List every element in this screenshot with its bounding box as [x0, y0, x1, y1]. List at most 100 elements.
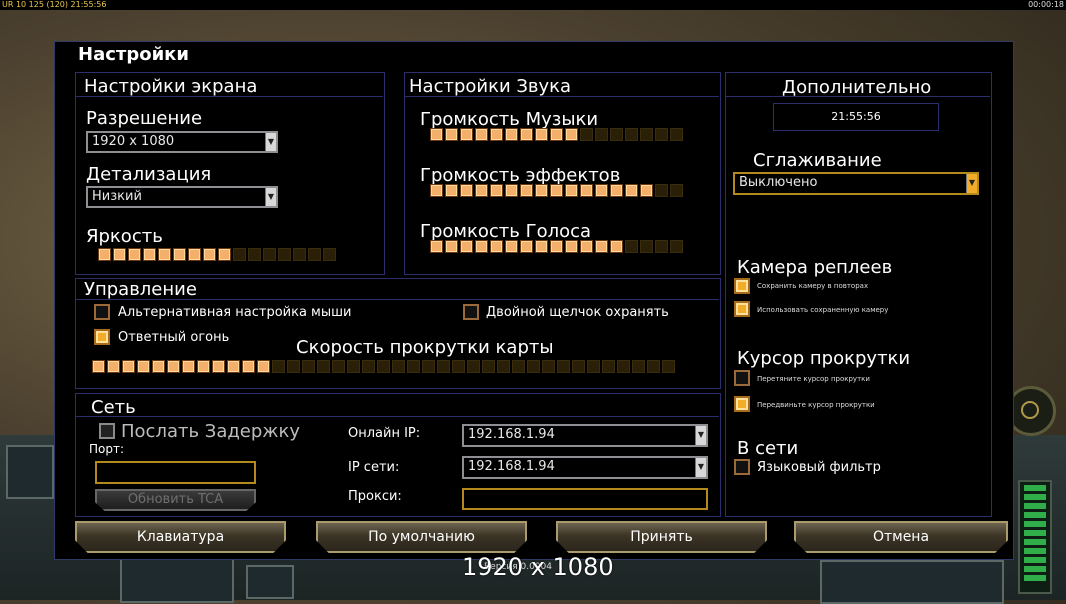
level-segment[interactable] — [610, 184, 623, 197]
port-input[interactable] — [95, 461, 256, 484]
replay-use-checkbox[interactable] — [734, 301, 750, 317]
level-segment[interactable] — [580, 128, 593, 141]
level-segment[interactable] — [218, 248, 231, 261]
level-segment[interactable] — [655, 184, 668, 197]
level-segment[interactable] — [565, 240, 578, 253]
chevron-down-icon[interactable]: ▼ — [695, 458, 706, 477]
level-segment[interactable] — [565, 128, 578, 141]
level-segment[interactable] — [625, 128, 638, 141]
level-segment[interactable] — [512, 360, 525, 373]
send-delay-checkbox[interactable] — [99, 423, 115, 439]
level-segment[interactable] — [263, 248, 276, 261]
level-segment[interactable] — [445, 128, 458, 141]
level-segment[interactable] — [332, 360, 345, 373]
level-segment[interactable] — [152, 360, 165, 373]
level-segment[interactable] — [520, 240, 533, 253]
level-segment[interactable] — [430, 128, 443, 141]
level-segment[interactable] — [167, 360, 180, 373]
replay-save-checkbox[interactable] — [734, 278, 750, 294]
level-segment[interactable] — [640, 240, 653, 253]
cursor-move-checkbox[interactable] — [734, 396, 750, 412]
level-segment[interactable] — [610, 240, 623, 253]
double-click-guard-checkbox[interactable] — [463, 304, 479, 320]
music-volume-slider[interactable] — [430, 128, 683, 141]
level-segment[interactable] — [535, 184, 548, 197]
level-segment[interactable] — [565, 184, 578, 197]
level-segment[interactable] — [490, 240, 503, 253]
level-segment[interactable] — [197, 360, 210, 373]
level-segment[interactable] — [173, 248, 186, 261]
level-segment[interactable] — [497, 360, 510, 373]
level-segment[interactable] — [422, 360, 435, 373]
level-segment[interactable] — [625, 240, 638, 253]
level-segment[interactable] — [287, 360, 300, 373]
level-segment[interactable] — [272, 360, 285, 373]
update-tca-button[interactable]: Обновить TCA — [95, 489, 256, 511]
voice-volume-slider[interactable] — [430, 240, 683, 253]
level-segment[interactable] — [505, 240, 518, 253]
level-segment[interactable] — [527, 360, 540, 373]
chevron-down-icon[interactable]: ▼ — [966, 174, 977, 193]
resolution-dropdown[interactable]: 1920 x 1080 ▼ — [86, 131, 278, 153]
level-segment[interactable] — [302, 360, 315, 373]
level-segment[interactable] — [460, 240, 473, 253]
accept-button[interactable]: Принять — [556, 521, 767, 553]
level-segment[interactable] — [113, 248, 126, 261]
level-segment[interactable] — [392, 360, 405, 373]
level-segment[interactable] — [520, 184, 533, 197]
level-segment[interactable] — [542, 360, 555, 373]
level-segment[interactable] — [445, 240, 458, 253]
level-segment[interactable] — [535, 240, 548, 253]
level-segment[interactable] — [347, 360, 360, 373]
keyboard-button[interactable]: Клавиатура — [75, 521, 286, 553]
level-segment[interactable] — [640, 128, 653, 141]
level-segment[interactable] — [188, 248, 201, 261]
defaults-button[interactable]: По умолчанию — [316, 521, 527, 553]
level-segment[interactable] — [595, 184, 608, 197]
cursor-drag-checkbox[interactable] — [734, 370, 750, 386]
level-segment[interactable] — [475, 184, 488, 197]
level-segment[interactable] — [158, 248, 171, 261]
level-segment[interactable] — [602, 360, 615, 373]
level-segment[interactable] — [182, 360, 195, 373]
cancel-button[interactable]: Отмена — [794, 521, 1008, 553]
level-segment[interactable] — [475, 240, 488, 253]
online-ip-dropdown[interactable]: 192.168.1.94 ▼ — [462, 424, 708, 447]
effects-volume-slider[interactable] — [430, 184, 683, 197]
level-segment[interactable] — [580, 184, 593, 197]
level-segment[interactable] — [670, 240, 683, 253]
language-filter-checkbox[interactable] — [734, 459, 750, 475]
level-segment[interactable] — [550, 184, 563, 197]
level-segment[interactable] — [92, 360, 105, 373]
return-fire-checkbox[interactable] — [94, 329, 110, 345]
level-segment[interactable] — [98, 248, 111, 261]
level-segment[interactable] — [670, 128, 683, 141]
level-segment[interactable] — [137, 360, 150, 373]
level-segment[interactable] — [505, 128, 518, 141]
chevron-down-icon[interactable]: ▼ — [695, 426, 706, 445]
level-segment[interactable] — [212, 360, 225, 373]
proxy-input[interactable] — [462, 488, 708, 510]
level-segment[interactable] — [323, 248, 336, 261]
level-segment[interactable] — [475, 128, 488, 141]
level-segment[interactable] — [490, 184, 503, 197]
level-segment[interactable] — [520, 128, 533, 141]
level-segment[interactable] — [662, 360, 675, 373]
level-segment[interactable] — [362, 360, 375, 373]
level-segment[interactable] — [557, 360, 570, 373]
level-segment[interactable] — [467, 360, 480, 373]
level-segment[interactable] — [242, 360, 255, 373]
level-segment[interactable] — [550, 128, 563, 141]
level-segment[interactable] — [587, 360, 600, 373]
chevron-down-icon[interactable]: ▼ — [265, 133, 276, 151]
level-segment[interactable] — [293, 248, 306, 261]
level-segment[interactable] — [128, 248, 141, 261]
level-segment[interactable] — [572, 360, 585, 373]
level-segment[interactable] — [437, 360, 450, 373]
level-segment[interactable] — [278, 248, 291, 261]
scroll-speed-slider[interactable] — [92, 360, 675, 373]
level-segment[interactable] — [233, 248, 246, 261]
detail-dropdown[interactable]: Низкий ▼ — [86, 186, 278, 208]
level-segment[interactable] — [308, 248, 321, 261]
level-segment[interactable] — [203, 248, 216, 261]
